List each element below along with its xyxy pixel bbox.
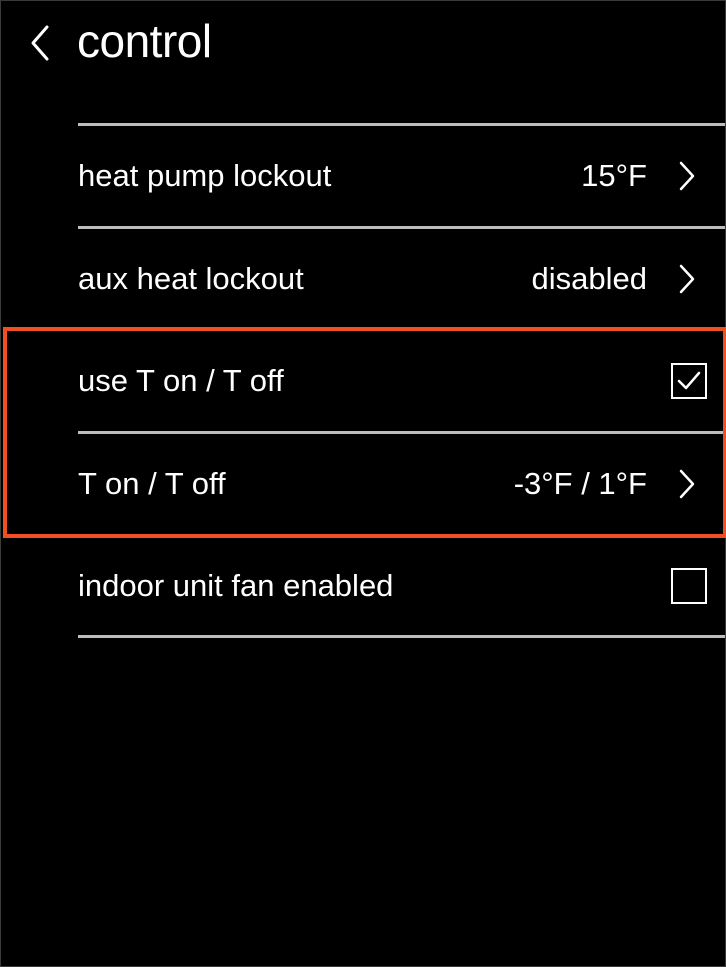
back-button[interactable] xyxy=(23,19,59,67)
list-item-label: use T on / T off xyxy=(78,363,284,398)
chevron-right-icon xyxy=(677,160,697,192)
page-title: control xyxy=(77,15,212,67)
divider xyxy=(78,635,725,638)
chevron-right-icon xyxy=(677,263,697,295)
indoor-unit-fan-checkbox[interactable] xyxy=(671,568,707,604)
list-item-indoor-unit-fan-enabled[interactable]: indoor unit fan enabled xyxy=(1,536,725,636)
list-item-label: heat pump lockout xyxy=(78,158,332,193)
use-t-on-t-off-checkbox[interactable] xyxy=(671,363,707,399)
list-item-value: 15°F xyxy=(581,158,647,193)
list-item-heat-pump-lockout[interactable]: heat pump lockout 15°F xyxy=(1,126,725,226)
control-screen: control heat pump lockout 15°F aux heat … xyxy=(0,0,726,967)
list-item-aux-heat-lockout[interactable]: aux heat lockout disabled xyxy=(1,229,725,329)
list-item-label: indoor unit fan enabled xyxy=(78,568,394,603)
list-item-value: -3°F / 1°F xyxy=(513,466,647,501)
list-item-use-t-on-t-off[interactable]: use T on / T off xyxy=(1,331,725,431)
chevron-left-icon xyxy=(23,19,59,67)
list-item-label: aux heat lockout xyxy=(78,261,304,296)
list-item-value: disabled xyxy=(531,261,647,296)
header: control xyxy=(1,1,725,91)
list-item-t-on-t-off[interactable]: T on / T off -3°F / 1°F xyxy=(1,434,725,534)
list-item-label: T on / T off xyxy=(78,466,226,501)
chevron-right-icon xyxy=(677,468,697,500)
